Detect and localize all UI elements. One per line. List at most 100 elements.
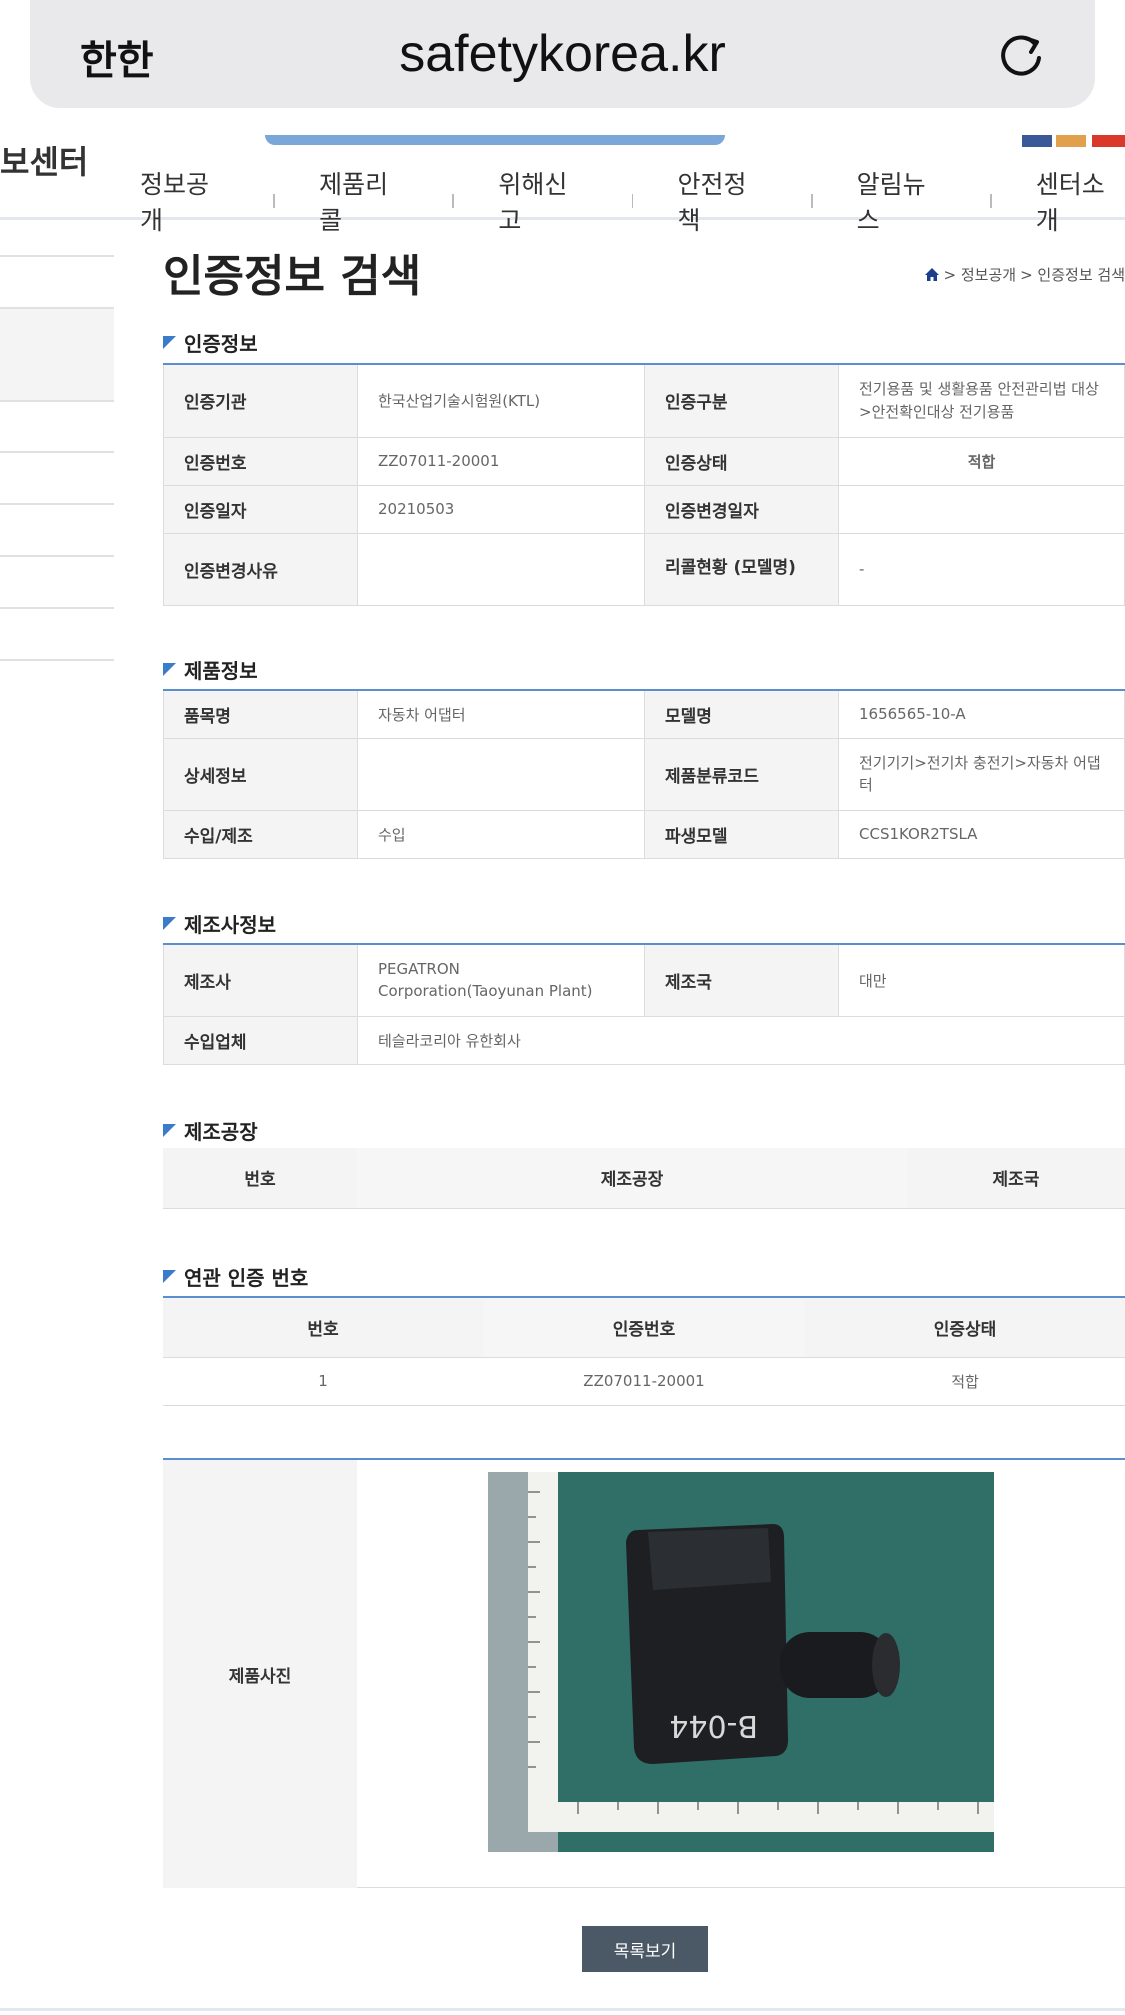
nav-item-info[interactable]: 정보공개 bbox=[140, 165, 229, 237]
table-row[interactable]: 1 ZZ07011-20001 적합 bbox=[163, 1357, 1125, 1406]
footer-divider bbox=[0, 2008, 1125, 2011]
browser-toolbar: 한한 safetykorea.kr bbox=[0, 0, 1125, 135]
table-row: 수입업체 테슬라코리아 유한회사 bbox=[163, 1015, 1125, 1065]
maker-info-table: 제조사 PEGATRON Corporation(Taoyunan Plant)… bbox=[163, 943, 1125, 1065]
product-photo[interactable]: B-044 bbox=[488, 1472, 994, 1852]
table-row: 수입/제조 수입 파생모델 CCS1KOR2TSLA bbox=[163, 809, 1125, 859]
nav-item-news[interactable]: 알림뉴스 bbox=[857, 165, 946, 237]
breadcrumb-item: > 인증정보 검색 bbox=[1020, 266, 1125, 284]
list-view-button[interactable]: 목록보기 bbox=[582, 1926, 708, 1972]
category-code-value: 전기기기>전기차 충전기>자동차 어댑터 bbox=[838, 737, 1125, 811]
cert-change-date-label: 인증변경일자 bbox=[644, 484, 839, 534]
url-text[interactable]: safetykorea.kr bbox=[30, 24, 1095, 84]
maker-country-label: 제조국 bbox=[644, 943, 839, 1017]
nav-item-recall[interactable]: 제품리콜 bbox=[319, 165, 408, 237]
sidebar-divider bbox=[0, 555, 114, 557]
column-header: 인증번호 bbox=[483, 1297, 805, 1358]
sidebar-divider bbox=[0, 607, 114, 609]
address-bar[interactable]: 한한 safetykorea.kr bbox=[30, 0, 1095, 108]
facebook-icon[interactable] bbox=[1022, 135, 1052, 147]
cert-type-label: 인증구분 bbox=[644, 363, 839, 438]
table-row: 인증변경사유 리콜현황 (모델명) - bbox=[163, 532, 1125, 606]
cert-type-value: 전기용품 및 생활용품 안전관리법 대상 >안전확인대상 전기용품 bbox=[838, 363, 1125, 438]
maker-country-value: 대만 bbox=[838, 943, 1125, 1017]
section-marker-icon bbox=[163, 336, 176, 349]
section-title-related: 연관 인증 번호 bbox=[163, 1262, 308, 1291]
related-cert-table: 번호 인증번호 인증상태 1 ZZ07011-20001 적합 bbox=[163, 1296, 1125, 1406]
youtube-icon[interactable] bbox=[1092, 135, 1125, 147]
category-code-label: 제품분류코드 bbox=[644, 737, 839, 811]
nav-divider bbox=[810, 194, 813, 208]
column-header: 번호 bbox=[163, 1297, 483, 1358]
table-row: 제조사 PEGATRON Corporation(Taoyunan Plant)… bbox=[163, 943, 1125, 1017]
reload-icon[interactable] bbox=[995, 30, 1047, 82]
nav-divider bbox=[989, 194, 992, 208]
factory-table: 번호 제조공장 제조국 bbox=[163, 1148, 1125, 1209]
nav-divider bbox=[452, 194, 455, 208]
product-info-table: 품목명 자동차 어댑터 모델명 1656565-10-A 상세정보 제품분류코드… bbox=[163, 689, 1125, 859]
cert-date-label: 인증일자 bbox=[163, 484, 358, 534]
table-row: 품목명 자동차 어댑터 모델명 1656565-10-A bbox=[163, 689, 1125, 739]
product-photo-label: 제품사진 bbox=[163, 1460, 357, 1888]
section-title-cert: 인증정보 bbox=[163, 328, 258, 357]
cert-date-value: 20210503 bbox=[357, 484, 645, 534]
cert-agency-value: 한국산업기술시험원(KTL) bbox=[357, 363, 645, 438]
nav-item-about[interactable]: 센터소개 bbox=[1036, 165, 1125, 237]
cert-number-label: 인증번호 bbox=[163, 436, 358, 486]
section-title-text: 연관 인증 번호 bbox=[184, 1266, 309, 1290]
nav-item-policy[interactable]: 안전정책 bbox=[677, 165, 766, 237]
maker-value: PEGATRON Corporation(Taoyunan Plant) bbox=[357, 943, 645, 1017]
site-logo[interactable]: 보센터 bbox=[0, 137, 88, 183]
column-header: 인증상태 bbox=[805, 1297, 1125, 1358]
detail-info-value bbox=[357, 737, 645, 811]
section-marker-icon bbox=[163, 917, 176, 930]
item-name-value: 자동차 어댑터 bbox=[357, 689, 645, 739]
table-row: 상세정보 제품분류코드 전기기기>전기차 충전기>자동차 어댑터 bbox=[163, 737, 1125, 811]
section-title-maker: 제조사정보 bbox=[163, 909, 276, 938]
model-name-value: 1656565-10-A bbox=[838, 689, 1125, 739]
sidebar-divider bbox=[0, 400, 114, 402]
table-row: 인증기관 한국산업기술시험원(KTL) 인증구분 전기용품 및 생활용품 안전관… bbox=[163, 363, 1125, 438]
sidebar-divider bbox=[0, 503, 114, 505]
related-row-number: 1 bbox=[163, 1357, 483, 1406]
cert-change-reason-value bbox=[357, 532, 645, 606]
table-row: 인증일자 20210503 인증변경일자 bbox=[163, 484, 1125, 534]
import-manufacture-value: 수입 bbox=[357, 809, 645, 859]
home-icon[interactable] bbox=[924, 267, 940, 282]
table-row: 인증번호 ZZ07011-20001 인증상태 적합 bbox=[163, 436, 1125, 486]
instagram-icon[interactable] bbox=[1056, 135, 1086, 147]
breadcrumb-item[interactable]: > 정보공개 bbox=[944, 264, 1017, 285]
sidebar-active-item[interactable] bbox=[0, 308, 114, 401]
sidebar-divider bbox=[0, 659, 114, 661]
section-title-text: 제품정보 bbox=[184, 659, 258, 683]
nav-divider bbox=[273, 194, 276, 208]
model-name-label: 모델명 bbox=[644, 689, 839, 739]
related-row-cert-number[interactable]: ZZ07011-20001 bbox=[483, 1357, 805, 1406]
cert-number-value: ZZ07011-20001 bbox=[357, 436, 645, 486]
section-title-text: 제조공장 bbox=[184, 1120, 258, 1144]
maker-label: 제조사 bbox=[163, 943, 358, 1017]
nav-item-report[interactable]: 위해신고 bbox=[498, 165, 587, 237]
item-name-label: 품목명 bbox=[163, 689, 358, 739]
product-photo-section: 제품사진 B-044 bbox=[163, 1458, 1125, 1888]
cert-status-label: 인증상태 bbox=[644, 436, 839, 486]
cert-info-table: 인증기관 한국산업기술시험원(KTL) 인증구분 전기용품 및 생활용품 안전관… bbox=[163, 363, 1125, 606]
section-title-product: 제품정보 bbox=[163, 655, 258, 684]
column-header: 번호 bbox=[163, 1148, 357, 1209]
header-search-tab[interactable] bbox=[265, 135, 725, 145]
cert-status-value: 적합 bbox=[838, 436, 1125, 486]
section-marker-icon bbox=[163, 1124, 176, 1137]
section-marker-icon bbox=[163, 663, 176, 676]
table-header-row: 번호 제조공장 제조국 bbox=[163, 1148, 1125, 1209]
sidebar-divider bbox=[0, 451, 114, 453]
nav-divider bbox=[631, 194, 634, 208]
site-header: 보센터 정보공개 제품리콜 위해신고 안전정책 알림뉴스 센터소개 bbox=[0, 135, 1125, 235]
sidebar-divider bbox=[0, 255, 114, 257]
import-manufacture-label: 수입/제조 bbox=[163, 809, 358, 859]
recall-status-label: 리콜현황 (모델명) bbox=[644, 532, 839, 606]
related-row-status: 적합 bbox=[805, 1357, 1125, 1406]
recall-status-value: - bbox=[838, 532, 1125, 606]
main-nav: 정보공개 제품리콜 위해신고 안전정책 알림뉴스 센터소개 bbox=[140, 165, 1125, 237]
section-title-factory: 제조공장 bbox=[163, 1116, 258, 1145]
detail-info-label: 상세정보 bbox=[163, 737, 358, 811]
